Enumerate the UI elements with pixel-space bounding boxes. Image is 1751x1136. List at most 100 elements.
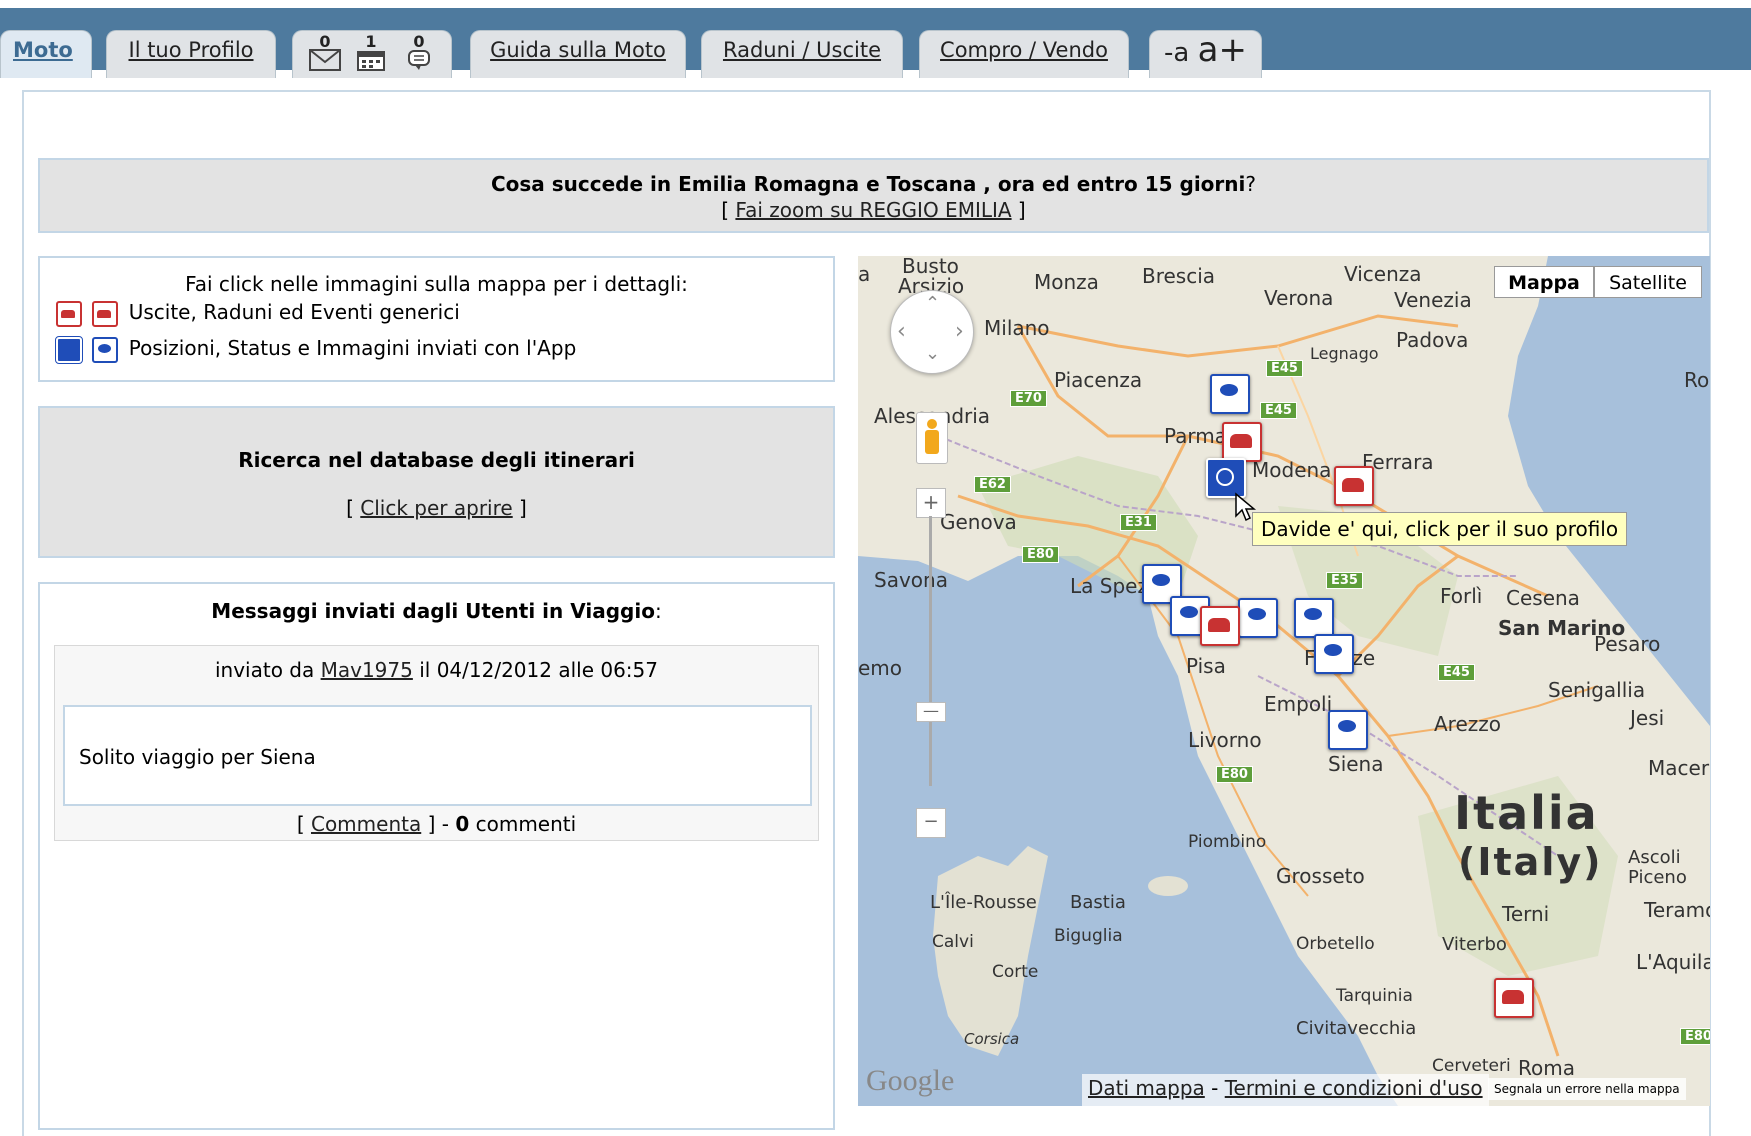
highway-shield: E62 [974,476,1011,493]
status-marker[interactable] [1314,634,1354,674]
messages-counter[interactable]: 0 [307,32,343,71]
marker-tooltip: Davide e' qui, click per il suo profilo [1252,512,1628,546]
tab-raduni[interactable]: Raduni / Uscite [701,30,903,78]
tab-guida[interactable]: Guida sulla Moto [470,30,686,78]
event-red-icon-2 [92,300,119,327]
pan-left-icon[interactable]: ‹ [897,319,906,344]
zoom-in-button[interactable]: + [916,488,946,518]
street-view-pegman-icon[interactable] [916,412,948,464]
comments-counter[interactable]: 0 [401,34,437,71]
city-label: Cerveteri [1432,1056,1511,1076]
city-label: Cesena [1506,586,1580,610]
highway-shield: E31 [1120,514,1157,531]
zoom-track[interactable] [929,516,932,786]
tab-raduni-label: Raduni / Uscite [722,38,882,62]
city-label: a [858,262,871,286]
city-label: Arezzo [1434,712,1502,736]
city-label: L'Île-Rousse [930,892,1037,913]
country-label: Italia [1454,786,1599,840]
zoom-bracket-close: ] [1011,198,1026,222]
zoom-out-button[interactable]: − [916,808,946,838]
comment-link[interactable]: Commenta [311,812,421,836]
google-logo[interactable]: Google [866,1064,954,1098]
city-label: Orbetello [1296,934,1375,954]
highway-shield: E80 [1680,1028,1710,1045]
open-search-link[interactable]: Click per aprire [360,496,512,520]
search-bracket-close: ] [512,496,527,520]
message-date: il 04/12/2012 alle 06:57 [412,658,658,682]
tab-font-size[interactable]: -a a+ [1149,30,1262,78]
city-label: Calvi [932,932,974,952]
legend-title: Fai click nelle immagini sulla mappa per… [185,272,688,296]
zoom-link[interactable]: Fai zoom su REGGIO EMILIA [735,198,1011,222]
tab-moto-label: Moto [13,38,73,62]
city-label: Vicenza [1344,262,1422,286]
country-label-en: (Italy) [1458,840,1603,884]
pan-down-icon[interactable]: ⌄ [925,343,940,364]
status-marker[interactable] [1238,598,1278,638]
messages-count: 0 [319,32,331,51]
highway-shield: E70 [1010,390,1047,407]
comment-separator: ] - [421,812,456,836]
city-label: Piacenza [1054,368,1143,392]
calendar-icon [357,51,385,71]
event-marker[interactable] [1222,422,1262,462]
status-marker[interactable] [1294,598,1334,638]
region-header: Cosa succede in Emilia Romagna e Toscana… [38,158,1709,233]
map[interactable]: E45 E45 E70 E62 E31 E80 E35 E45 E80 E80 … [858,256,1710,1106]
message-text: Solito viaggio per Siena [79,745,316,769]
city-label: Jesi [1630,706,1665,730]
tab-bar: Moto Il tuo Profilo 0 1 0 Guida sulla Mo… [0,8,1751,78]
pan-up-icon[interactable]: ⌃ [925,293,940,314]
report-map-error-link[interactable]: Segnala un errore nella mappa [1488,1078,1686,1100]
tab-notifications[interactable]: 0 1 0 [292,30,452,78]
font-increase-button[interactable]: a+ [1198,30,1247,70]
city-label: Biguglia [1054,926,1123,946]
pan-control[interactable]: ⌃ ⌄ ‹ › [890,290,974,374]
region-label: Corsica [964,1030,1020,1048]
tab-profilo-label: Il tuo Profilo [128,38,254,62]
event-marker[interactable] [1200,606,1240,646]
city-label: Savona [874,568,948,592]
message-item: inviato da Mav1975 il 04/12/2012 alle 06… [54,645,819,841]
city-label: Terni [1502,902,1550,926]
calendar-counter[interactable]: 1 [353,34,389,71]
bike-position-icon [55,335,83,364]
highway-shield: E80 [1216,766,1253,783]
status-marker[interactable] [1210,374,1250,414]
status-marker[interactable] [1328,710,1368,750]
event-marker[interactable] [1334,466,1374,506]
message-author-link[interactable]: Mav1975 [321,658,413,682]
city-label: Ro [1684,368,1710,392]
messages-colon: : [654,599,662,623]
zoom-slider-handle[interactable]: — [916,702,946,722]
city-label: Legnago [1310,344,1379,363]
highway-shield: E80 [1022,546,1059,563]
speech-bubble-icon [408,50,430,70]
highway-shield: E45 [1438,664,1475,681]
event-marker[interactable] [1494,978,1534,1018]
legend-box: Fai click nelle immagini sulla mappa per… [38,256,835,382]
city-label: Ascoli Piceno [1628,847,1687,888]
city-label: Senigallia [1548,678,1646,702]
map-type-satellite-button[interactable]: Satellite [1594,266,1702,298]
city-label: Milano [984,316,1050,340]
city-label: Genova [940,510,1017,534]
city-label: Civitavecchia [1296,1018,1417,1039]
map-type-map-button[interactable]: Mappa [1494,266,1594,298]
map-data-link[interactable]: Dati mappa [1088,1076,1205,1100]
comment-count: 0 [455,812,470,836]
tab-compro[interactable]: Compro / Vendo [919,30,1129,78]
tab-moto[interactable]: Moto [0,30,92,78]
comment-count-label: commenti [469,812,577,836]
map-terms-link[interactable]: Termini e condizioni d'uso [1225,1076,1483,1100]
city-label: Grosseto [1276,864,1365,888]
legend-events-label: Uscite, Raduni ed Eventi generici [128,300,460,324]
pan-right-icon[interactable]: › [955,319,964,344]
city-label: Brescia [1142,264,1216,288]
zoom-bracket-open: [ [721,198,736,222]
travel-messages-box: Messaggi inviati dagli Utenti in Viaggio… [38,582,835,1130]
tab-profilo[interactable]: Il tuo Profilo [106,30,276,78]
font-decrease-button[interactable]: -a [1164,38,1189,68]
region-question: Cosa succede in Emilia Romagna e Toscana… [490,172,1246,196]
